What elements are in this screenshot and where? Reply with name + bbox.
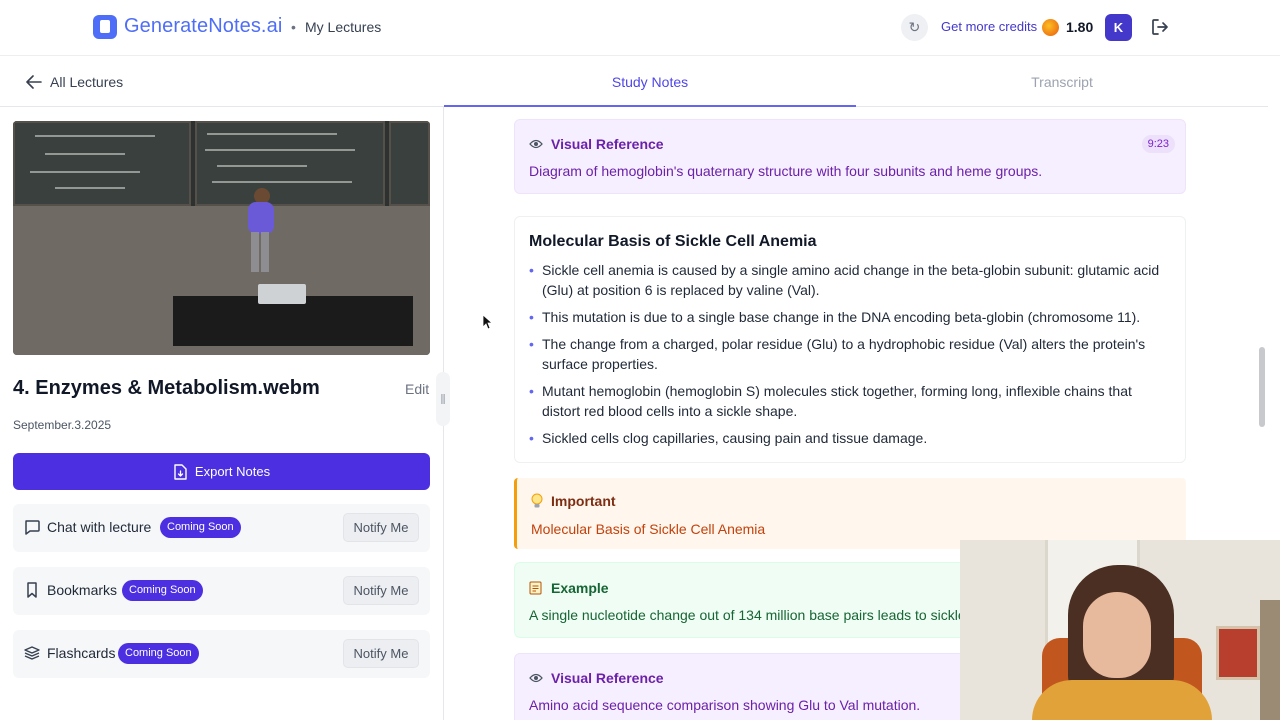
visual-reference-card: Visual Reference 9:23 Diagram of hemoglo… bbox=[514, 119, 1186, 194]
edit-title-button[interactable]: Edit bbox=[405, 381, 429, 397]
user-avatar[interactable]: K bbox=[1105, 14, 1132, 41]
tab-study-notes[interactable]: Study Notes bbox=[444, 57, 856, 107]
get-more-credits-link[interactable]: Get more credits bbox=[941, 19, 1037, 34]
important-title: Important bbox=[531, 493, 616, 509]
visual-reference-label: Visual Reference bbox=[551, 136, 664, 152]
logout-icon[interactable] bbox=[1150, 17, 1170, 37]
presenter-face bbox=[1083, 592, 1151, 678]
important-callout: Important Molecular Basis of Sickle Cell… bbox=[514, 478, 1186, 549]
lecture-title: 4. Enzymes & Metabolism.webm bbox=[13, 377, 320, 399]
coming-soon-badge: Coming Soon bbox=[118, 643, 199, 664]
feature-chat-with-lecture: Chat with lecture Coming Soon Notify Me bbox=[13, 504, 430, 552]
visual-reference-title: Visual Reference bbox=[529, 670, 664, 686]
chalkboard-center bbox=[195, 121, 385, 206]
presenter-webcam bbox=[960, 540, 1280, 720]
mouse-cursor-icon bbox=[482, 314, 492, 330]
scrollbar-thumb[interactable] bbox=[1259, 347, 1265, 427]
bullet-item: The change from a charged, polar residue… bbox=[529, 334, 1169, 374]
section-bullets: Sickle cell anemia is caused by a single… bbox=[529, 260, 1169, 455]
section-card: Molecular Basis of Sickle Cell Anemia Si… bbox=[514, 216, 1186, 463]
notify-me-button[interactable]: Notify Me bbox=[343, 576, 419, 605]
lecture-date: September.3.2025 bbox=[13, 418, 112, 432]
credits-balance: 1.80 bbox=[1066, 19, 1094, 35]
coming-soon-badge: Coming Soon bbox=[122, 580, 203, 601]
breadcrumb-separator: • bbox=[291, 19, 296, 35]
tab-transcript[interactable]: Transcript bbox=[856, 57, 1268, 107]
feature-bookmarks: Bookmarks Coming Soon Notify Me bbox=[13, 567, 430, 615]
back-to-all-lectures[interactable]: All Lectures bbox=[26, 74, 123, 90]
memo-icon bbox=[529, 581, 542, 595]
logo-text[interactable]: GenerateNotes.ai bbox=[124, 15, 282, 38]
breadcrumb-my-lectures[interactable]: My Lectures bbox=[305, 19, 381, 35]
top-header: GenerateNotes.ai • My Lectures ↻ Get mor… bbox=[0, 0, 1280, 56]
bookmark-icon bbox=[27, 582, 37, 598]
important-label: Important bbox=[551, 493, 616, 509]
visual-reference-text: Amino acid sequence comparison showing G… bbox=[529, 697, 921, 713]
example-label: Example bbox=[551, 580, 609, 596]
arrow-left-icon bbox=[26, 75, 42, 89]
bullet-item: Mutant hemoglobin (hemoglobin S) molecul… bbox=[529, 381, 1169, 421]
feature-label: Flashcards bbox=[47, 645, 116, 661]
bullet-item: Sickled cells clog capillaries, causing … bbox=[529, 428, 1169, 448]
sub-header: All Lectures Study Notes Transcript bbox=[0, 57, 1268, 107]
example-title: Example bbox=[529, 580, 609, 596]
logo-icon[interactable] bbox=[93, 15, 117, 39]
lecture-panel: 4. Enzymes & Metabolism.webm Edit ‖ Sept… bbox=[0, 107, 450, 720]
webcam-wall-frame bbox=[1216, 626, 1260, 680]
lecturer-figure bbox=[248, 188, 274, 272]
bullet-item: Sickle cell anemia is caused by a single… bbox=[529, 260, 1169, 300]
important-text: Molecular Basis of Sickle Cell Anemia bbox=[531, 521, 766, 537]
coin-icon bbox=[1042, 19, 1059, 36]
visual-reference-text: Diagram of hemoglobin's quaternary struc… bbox=[529, 163, 1043, 179]
visual-reference-label: Visual Reference bbox=[551, 670, 664, 686]
feature-label: Bookmarks bbox=[47, 582, 118, 598]
export-notes-label: Export Notes bbox=[194, 464, 271, 479]
feature-label: Chat with lecture bbox=[47, 519, 152, 535]
eye-icon bbox=[529, 673, 543, 683]
example-text: A single nucleotide change out of 134 mi… bbox=[529, 607, 977, 623]
document-icon bbox=[174, 463, 187, 480]
bullet-item: This mutation is due to a single base ch… bbox=[529, 307, 1169, 327]
refresh-icon[interactable]: ↻ bbox=[901, 14, 928, 41]
lecture-video-player[interactable] bbox=[13, 121, 430, 355]
eye-icon bbox=[529, 139, 543, 149]
feature-flashcards: Flashcards Coming Soon Notify Me bbox=[13, 630, 430, 678]
chalkboard-right bbox=[389, 121, 430, 206]
laptop bbox=[258, 284, 306, 304]
chalkboard-left bbox=[13, 121, 191, 206]
flashcards-icon bbox=[24, 646, 40, 660]
coming-soon-badge: Coming Soon bbox=[160, 517, 241, 538]
visual-reference-title: Visual Reference bbox=[529, 136, 664, 152]
presenter-shirt bbox=[1032, 680, 1212, 720]
lightbulb-icon bbox=[531, 493, 543, 508]
webcam-shelf bbox=[1260, 600, 1280, 720]
notify-me-button[interactable]: Notify Me bbox=[343, 639, 419, 668]
back-label: All Lectures bbox=[50, 74, 124, 90]
export-notes-button[interactable]: Export Notes bbox=[13, 453, 430, 490]
section-title: Molecular Basis of Sickle Cell Anemia bbox=[529, 233, 817, 250]
notify-me-button[interactable]: Notify Me bbox=[343, 513, 419, 542]
chat-icon bbox=[25, 520, 40, 535]
timestamp-badge[interactable]: 9:23 bbox=[1141, 135, 1175, 153]
